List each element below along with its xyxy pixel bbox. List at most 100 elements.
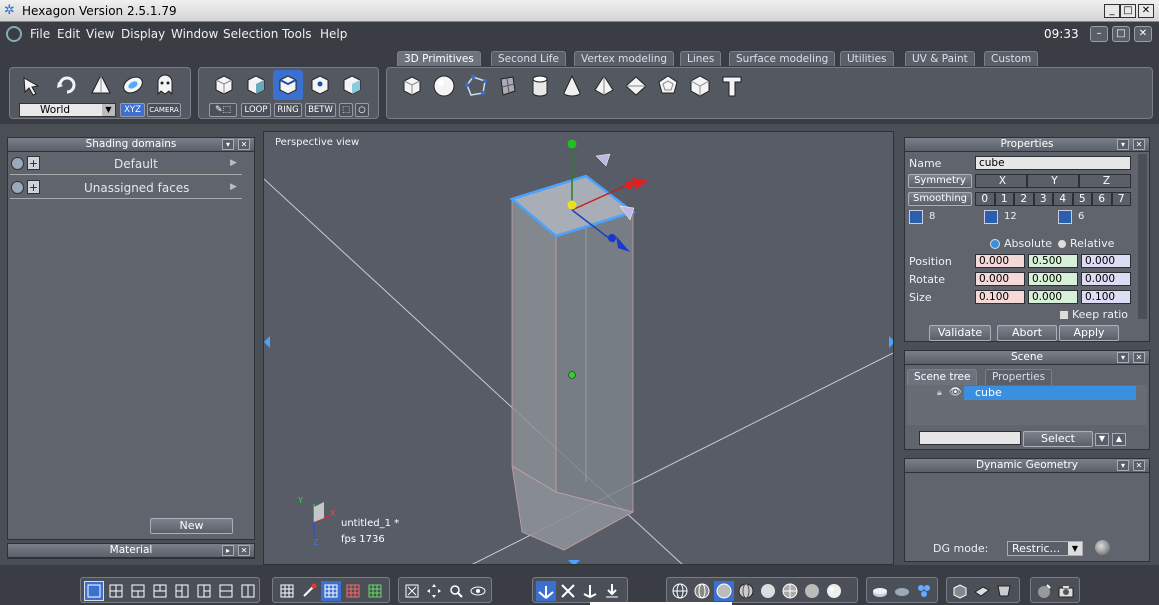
app-close-button[interactable]: ✕ [1134, 26, 1152, 42]
rotate-y-field[interactable]: 0.000 [1028, 272, 1078, 286]
ground-gizmo-icon[interactable] [602, 581, 622, 601]
scene-search-input[interactable] [919, 431, 1021, 445]
zoom-icon[interactable] [446, 581, 466, 601]
cutout-display-icon[interactable] [994, 581, 1014, 601]
panel-close-icon[interactable]: ✕ [1133, 460, 1145, 471]
cone-primitive-icon[interactable] [557, 71, 587, 101]
grid-settings-icon[interactable] [277, 581, 297, 601]
edge-select-icon[interactable] [273, 70, 303, 100]
lock-icon[interactable]: 🔒︎ [937, 388, 942, 398]
size-y-field[interactable]: 0.000 [1028, 290, 1078, 304]
coordinate-system-select[interactable]: World ▼ [19, 103, 116, 117]
sphere-primitive-icon[interactable] [429, 71, 459, 101]
name-field[interactable]: cube [975, 156, 1131, 170]
smoothing-level-1[interactable]: 1 [994, 192, 1014, 206]
relative-radio[interactable] [1057, 239, 1067, 249]
ambient-light-icon[interactable] [892, 581, 912, 601]
cube-primitive-icon[interactable] [397, 71, 427, 101]
spotlight-icon[interactable] [1034, 581, 1054, 601]
hidden-line-sphere-icon[interactable] [692, 581, 712, 601]
universal-manipulator-icon[interactable] [118, 70, 148, 100]
tab-3d-primitives[interactable]: 3D Primitives [397, 51, 481, 67]
camera-render-icon[interactable] [1056, 581, 1076, 601]
text-primitive-icon[interactable] [717, 71, 747, 101]
frame-all-icon[interactable] [402, 581, 422, 601]
smoothing-level-2[interactable]: 2 [1014, 192, 1034, 206]
loop-button[interactable]: LOOP [241, 103, 271, 117]
panel-menu-icon[interactable]: ▾ [1117, 460, 1129, 471]
rotate-tool-icon[interactable] [52, 70, 82, 100]
cylinder-primitive-icon[interactable] [525, 71, 555, 101]
polygon-primitive-icon[interactable] [461, 71, 491, 101]
grid-yz-icon[interactable] [365, 581, 385, 601]
light-dome-icon[interactable] [870, 581, 890, 601]
tab-scene-tree[interactable]: Scene tree [907, 369, 978, 385]
dg-mode-select[interactable]: Restric... ▼ [1007, 541, 1083, 556]
tab-lines[interactable]: Lines [680, 51, 722, 67]
rotate-z-field[interactable]: 0.000 [1081, 272, 1131, 286]
ghost-tool-icon[interactable] [150, 70, 180, 100]
tab-second-life[interactable]: Second Life [491, 51, 566, 67]
new-domain-button[interactable]: New [150, 518, 233, 534]
menu-help[interactable]: Help [320, 27, 347, 41]
right-split-view-icon[interactable] [194, 581, 214, 601]
maximize-button[interactable]: □ [1120, 4, 1136, 18]
smoothing-button[interactable]: Smoothing [908, 192, 972, 206]
list-item[interactable]: + Unassigned faces ▶ [10, 179, 242, 199]
app-minimize-button[interactable]: – [1090, 26, 1108, 42]
object-select-icon[interactable] [209, 70, 239, 100]
panel-menu-icon[interactable]: ▾ [1117, 352, 1129, 363]
panel-expand-icon[interactable]: ▸ [222, 545, 234, 556]
region-select-icon[interactable]: ⬚ [339, 103, 353, 117]
panel-menu-icon[interactable]: ▾ [222, 139, 234, 150]
snap-icon[interactable] [299, 581, 319, 601]
symmetry-y-toggle[interactable]: Y [1027, 174, 1079, 188]
menu-display[interactable]: Display [121, 27, 165, 41]
position-z-field[interactable]: 0.000 [1081, 254, 1131, 268]
matte-sphere-icon[interactable] [802, 581, 822, 601]
perspective-viewport[interactable]: Perspective view Y X Z untitled_1 * fps … [263, 131, 894, 565]
smoothing-level-4[interactable]: 4 [1053, 192, 1073, 206]
symmetry-z-toggle[interactable]: Z [1079, 174, 1131, 188]
three-view-alt-icon[interactable] [150, 581, 170, 601]
properties-scrollbar[interactable] [1138, 154, 1147, 319]
smooth-shaded-sphere-icon[interactable] [758, 581, 778, 601]
menu-window[interactable]: Window [171, 27, 218, 41]
quad-view-icon[interactable] [106, 581, 126, 601]
tab-custom[interactable]: Custom [984, 51, 1039, 67]
smoothing-level-5[interactable]: 5 [1072, 192, 1092, 206]
tab-uv-paint[interactable]: UV & Paint [905, 51, 975, 67]
lasso-select-icon[interactable]: ○ [355, 103, 369, 117]
move-gizmo-icon[interactable] [536, 581, 556, 601]
eye-icon[interactable]: 👁︎ [949, 387, 962, 398]
panel-close-icon[interactable]: ✕ [238, 545, 250, 556]
chevron-down-icon[interactable]: ▼ [1095, 433, 1109, 446]
rotate-x-field[interactable]: 0.000 [975, 272, 1025, 286]
wireframe-sphere-icon[interactable] [670, 581, 690, 601]
keep-ratio-checkbox[interactable] [1059, 310, 1069, 320]
apply-button[interactable]: Apply [1059, 325, 1119, 341]
left-split-view-icon[interactable] [172, 581, 192, 601]
absolute-radio[interactable] [990, 239, 1000, 249]
single-view-icon[interactable] [84, 581, 104, 601]
expand-plus-icon[interactable]: + [27, 156, 40, 170]
position-y-field[interactable]: 0.500 [1028, 254, 1078, 268]
box-display-icon[interactable] [950, 581, 970, 601]
close-button[interactable]: ✕ [1138, 4, 1154, 18]
pan-icon[interactable] [424, 581, 444, 601]
plane-primitive-icon[interactable] [493, 71, 523, 101]
multi-light-icon[interactable] [914, 581, 934, 601]
abort-button[interactable]: Abort [997, 325, 1057, 341]
tab-surface-modeling[interactable]: Surface modeling [729, 51, 836, 67]
grid-xz-icon[interactable] [343, 581, 363, 601]
rotate-gizmo-icon[interactable] [580, 581, 600, 601]
app-maximize-button[interactable]: □ [1112, 26, 1130, 42]
chevron-up-icon[interactable]: ▲ [1112, 433, 1126, 446]
horizontal-split-view-icon[interactable] [216, 581, 236, 601]
menu-view[interactable]: View [86, 27, 114, 41]
octahedron-primitive-icon[interactable] [621, 71, 651, 101]
pyramid-primitive-icon[interactable] [589, 71, 619, 101]
panel-close-icon[interactable]: ✕ [238, 139, 250, 150]
camera-toggle[interactable]: CAMERA [147, 103, 181, 117]
auto-select-icon[interactable] [337, 70, 367, 100]
